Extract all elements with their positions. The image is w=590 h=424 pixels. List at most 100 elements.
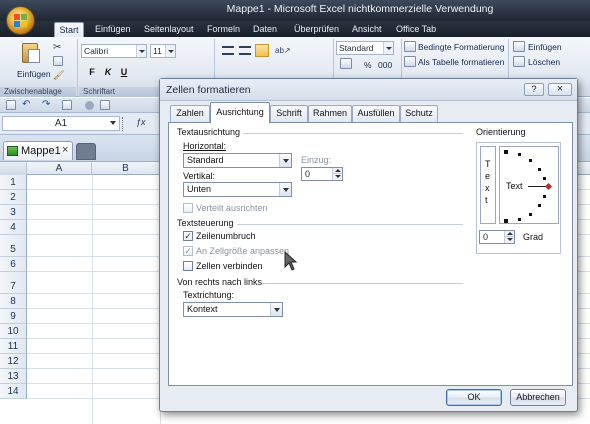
spin-down-icon[interactable] xyxy=(504,237,514,243)
font-group-label: Schriftart xyxy=(79,87,159,97)
horizontal-dropdown[interactable]: Standard xyxy=(183,153,292,168)
cancel-button[interactable]: Abbrechen xyxy=(510,389,566,406)
vertical-text-toggle[interactable]: T e x t xyxy=(480,146,496,224)
row-header[interactable]: 7 xyxy=(0,272,27,294)
cut-icon[interactable]: ✂ xyxy=(53,42,63,53)
tab-office-tab[interactable]: Office Tab xyxy=(396,22,436,37)
orientation-heading: Orientierung xyxy=(476,127,526,137)
row-header[interactable]: 8 xyxy=(0,294,27,309)
thousands-button[interactable]: 000 xyxy=(378,58,392,72)
preview-icon[interactable] xyxy=(100,100,110,110)
align-top-icon[interactable] xyxy=(222,46,234,55)
redo-icon[interactable]: ↷ xyxy=(42,99,50,110)
tab-zahlen[interactable]: Zahlen xyxy=(170,105,210,122)
vertical-dropdown[interactable]: Unten xyxy=(183,182,292,197)
italic-button[interactable]: K xyxy=(101,66,115,79)
undo-icon[interactable]: ↶ xyxy=(22,99,30,110)
format-cells-dialog: Zellen formatieren ? × Zahlen Ausrichtun… xyxy=(159,78,578,412)
help-button[interactable]: ? xyxy=(524,83,544,96)
row-header[interactable]: 3 xyxy=(0,205,27,220)
row-header[interactable]: 6 xyxy=(0,257,27,272)
workbook-tab[interactable]: Mappe1 × xyxy=(3,141,73,160)
row-header[interactable]: 9 xyxy=(0,309,27,324)
spin-down-icon[interactable] xyxy=(332,174,342,180)
row-header[interactable]: 14 xyxy=(0,384,27,399)
degrees-spinner[interactable]: 0 xyxy=(479,230,515,244)
new-tab-button[interactable] xyxy=(76,143,96,160)
tab-schrift[interactable]: Schrift xyxy=(270,105,308,122)
tab-formeln[interactable]: Formeln xyxy=(207,22,240,37)
row-header[interactable]: 11 xyxy=(0,339,27,354)
shrink-to-fit-checkbox[interactable]: ✓ xyxy=(183,246,193,256)
percent-button[interactable]: % xyxy=(364,58,372,72)
insert-function-icon[interactable]: ƒx xyxy=(136,117,146,127)
print-icon[interactable] xyxy=(62,100,72,110)
tab-ausfuellen[interactable]: Ausfüllen xyxy=(352,105,400,122)
font-size-combo[interactable]: 11 xyxy=(150,44,176,58)
insert-cells-button[interactable]: Einfügen xyxy=(528,40,562,54)
align-bottom-icon[interactable] xyxy=(255,44,269,57)
column-header-b[interactable]: B xyxy=(92,162,160,175)
circle-icon[interactable] xyxy=(85,101,94,110)
conditional-formatting-button[interactable]: Bedingte Formatierung xyxy=(418,40,504,54)
bold-button[interactable]: F xyxy=(85,66,99,79)
save-icon[interactable] xyxy=(6,100,16,110)
tab-einfuegen[interactable]: Einfügen xyxy=(95,22,131,37)
dial-dot xyxy=(518,218,521,221)
orientation-dial[interactable]: Text xyxy=(499,146,559,224)
tab-ausrichtung[interactable]: Ausrichtung xyxy=(210,102,270,123)
delete-cells-button[interactable]: Löschen xyxy=(528,55,560,69)
dialog-close-button[interactable]: × xyxy=(548,83,572,96)
currency-icon[interactable] xyxy=(340,58,352,69)
row-header[interactable]: 2 xyxy=(0,190,27,205)
tab-rahmen[interactable]: Rahmen xyxy=(308,105,352,122)
horizontal-label: Horizontal: xyxy=(183,141,227,151)
column-header-a[interactable]: A xyxy=(27,162,92,175)
tab-ueberpruefen[interactable]: Überprüfen xyxy=(294,22,339,37)
paste-button[interactable]: Einfügen xyxy=(17,67,51,81)
format-as-table-button[interactable]: Als Tabelle formatieren xyxy=(418,55,504,69)
office-button[interactable] xyxy=(6,6,35,35)
copy-icon[interactable] xyxy=(53,56,63,66)
namebox-dropdown-icon[interactable] xyxy=(110,121,116,125)
row-header[interactable]: 12 xyxy=(0,354,27,369)
distributed-checkbox[interactable] xyxy=(183,203,193,213)
row-header[interactable]: 5 xyxy=(0,235,27,257)
paste-icon[interactable] xyxy=(22,41,44,65)
indent-spinner[interactable]: 0 xyxy=(301,167,343,181)
name-box[interactable]: A1 xyxy=(2,116,120,131)
row-header[interactable]: 10 xyxy=(0,324,27,339)
rtl-heading: Von rechts nach links xyxy=(177,277,263,287)
font-name-value: Calibri xyxy=(84,46,109,56)
tab-ansicht[interactable]: Ansicht xyxy=(352,22,382,37)
underline-button[interactable]: U xyxy=(117,66,131,79)
number-format-value: Standard xyxy=(339,43,374,53)
select-all-corner[interactable] xyxy=(0,162,27,175)
row-header[interactable]: 13 xyxy=(0,369,27,384)
row-header[interactable]: 1 xyxy=(0,175,27,190)
format-painter-icon[interactable]: 🖌 xyxy=(53,70,64,80)
align-middle-icon[interactable] xyxy=(239,46,251,55)
orientation-box: T e x t Text 0 Grad xyxy=(476,142,561,254)
tab-start[interactable]: Start xyxy=(54,22,84,37)
ok-button[interactable]: OK xyxy=(446,389,502,406)
mouse-pointer-icon xyxy=(284,251,298,271)
formula-bar-splitter[interactable] xyxy=(122,117,124,131)
text-direction-dropdown[interactable]: Kontext xyxy=(183,302,283,317)
row-header[interactable]: 4 xyxy=(0,220,27,235)
dial-handle-icon[interactable] xyxy=(544,182,553,191)
number-format-combo[interactable]: Standard xyxy=(336,41,394,55)
dial-dot xyxy=(504,219,508,223)
wrap-text-checkbox[interactable]: ✓ xyxy=(183,231,193,241)
merge-cells-label: Zellen verbinden xyxy=(196,261,263,271)
merge-cells-checkbox[interactable] xyxy=(183,261,193,271)
dial-dot xyxy=(529,213,532,216)
conditional-formatting-icon xyxy=(404,41,416,52)
tab-daten[interactable]: Daten xyxy=(253,22,277,37)
close-icon[interactable]: × xyxy=(62,144,68,156)
font-name-combo[interactable]: Calibri xyxy=(81,44,147,58)
tab-seitenlayout[interactable]: Seitenlayout xyxy=(144,22,194,37)
tab-schutz[interactable]: Schutz xyxy=(400,105,438,122)
orientation-icon[interactable]: ab↗ xyxy=(275,46,291,55)
alignment-tab-panel: Textausrichtung Horizontal: Standard Ein… xyxy=(168,122,573,386)
